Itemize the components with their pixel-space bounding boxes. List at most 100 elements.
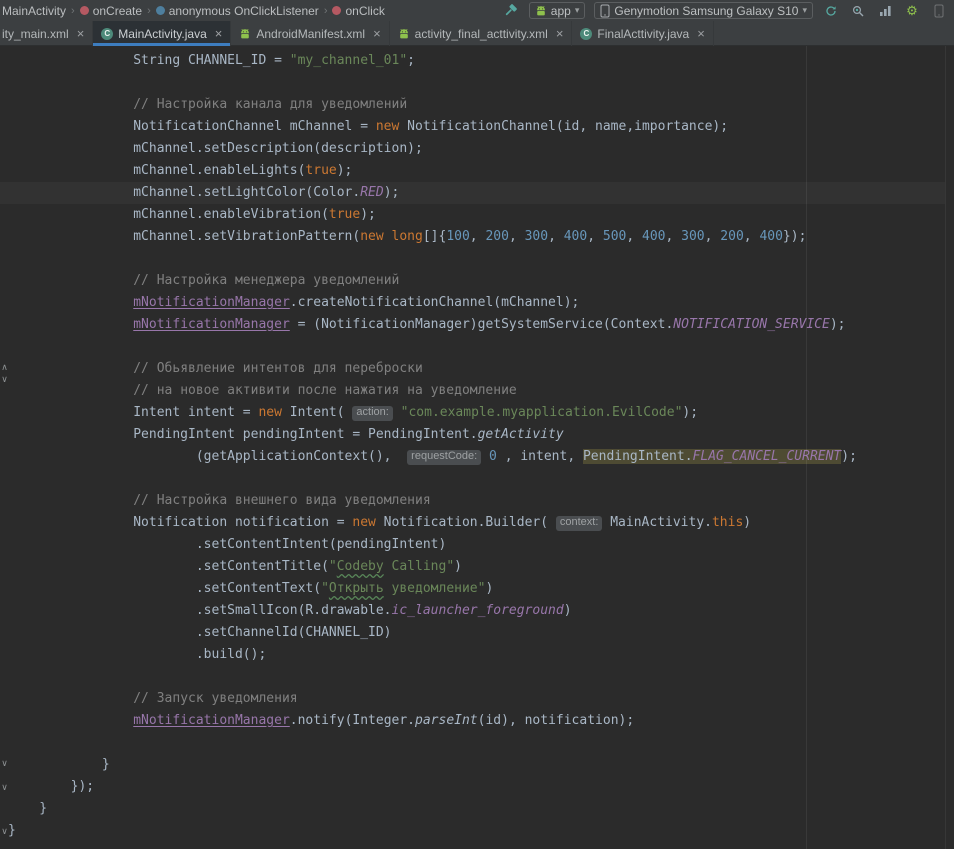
fold-toggle-icon[interactable]: ∧ bbox=[0, 362, 9, 372]
code-token: NotificationChannel(id, name,importance)… bbox=[399, 119, 728, 134]
run-configuration-label: app bbox=[551, 4, 571, 18]
run-toolbar: app ▾ Genymotion Samsung Galaxy S10 ▾ ⚙ bbox=[502, 2, 948, 20]
code-token: parseInt bbox=[415, 713, 478, 728]
code-line[interactable]: mNotificationManager = (NotificationMana… bbox=[0, 314, 954, 336]
breadcrumb-item-oncreate[interactable]: onCreate bbox=[80, 4, 142, 18]
close-tab-icon[interactable]: × bbox=[556, 27, 564, 40]
close-tab-icon[interactable]: × bbox=[697, 27, 705, 40]
code-line[interactable]: }); bbox=[0, 776, 954, 798]
code-token: 200 bbox=[720, 229, 743, 244]
code-line[interactable] bbox=[0, 732, 954, 754]
tab-mainactivity-java[interactable]: C MainActivity.java × bbox=[93, 21, 231, 46]
tab-activity-main-xml[interactable]: ity_main.xml × bbox=[0, 21, 93, 46]
code-line[interactable] bbox=[0, 336, 954, 358]
code-line[interactable]: .setContentIntent(pendingIntent) bbox=[0, 534, 954, 556]
device-manager-icon[interactable] bbox=[930, 2, 948, 20]
code-token: true bbox=[305, 163, 336, 178]
code-line[interactable]: Intent intent = new Intent( action: "com… bbox=[0, 402, 954, 424]
code-token bbox=[8, 691, 133, 706]
code-area[interactable]: String CHANNEL_ID = "my_channel_01"; // … bbox=[0, 46, 954, 842]
method-icon bbox=[80, 6, 89, 15]
code-line[interactable]: mNotificationManager.createNotificationC… bbox=[0, 292, 954, 314]
device-select-label: Genymotion Samsung Galaxy S10 bbox=[614, 4, 798, 18]
code-token: = (NotificationManager)getSystemService(… bbox=[290, 317, 674, 332]
code-line[interactable]: mChannel.setVibrationPattern(new long[]{… bbox=[0, 226, 954, 248]
code-line[interactable]: (getApplicationContext(), requestCode: 0… bbox=[0, 446, 954, 468]
code-token: 300 bbox=[525, 229, 548, 244]
device-select[interactable]: Genymotion Samsung Galaxy S10 ▾ bbox=[594, 2, 813, 19]
code-token: (id), notification); bbox=[478, 713, 635, 728]
breadcrumb: MainActivity › onCreate › anonymous OnCl… bbox=[2, 4, 385, 18]
code-line[interactable]: // Настройка внешнего вида уведомления bbox=[0, 490, 954, 512]
breadcrumb-label: onCreate bbox=[93, 4, 142, 18]
code-token: mChannel.setVibrationPattern( bbox=[8, 229, 360, 244]
run-configuration-select[interactable]: app ▾ bbox=[529, 2, 586, 19]
code-token: ) bbox=[743, 515, 751, 530]
code-line[interactable]: .setContentTitle("Codeby Calling") bbox=[0, 556, 954, 578]
code-line[interactable]: } bbox=[0, 754, 954, 776]
code-line[interactable]: // Настройка канала для уведомлений bbox=[0, 94, 954, 116]
code-line[interactable]: PendingIntent pendingIntent = PendingInt… bbox=[0, 424, 954, 446]
code-token: (getApplicationContext(), bbox=[8, 449, 407, 464]
code-line[interactable]: mChannel.enableLights(true); bbox=[0, 160, 954, 182]
code-token: 200 bbox=[485, 229, 508, 244]
tab-label: ity_main.xml bbox=[2, 27, 69, 41]
code-line[interactable]: } bbox=[0, 798, 954, 820]
fold-toggle-icon[interactable]: ∨ bbox=[0, 758, 9, 768]
attach-debugger-icon[interactable] bbox=[849, 2, 867, 20]
code-line[interactable]: mChannel.setLightColor(Color.RED); bbox=[0, 182, 954, 204]
tab-activity-final-acttivity-xml[interactable]: activity_final_acttivity.xml × bbox=[390, 21, 573, 46]
sync-icon[interactable] bbox=[822, 2, 840, 20]
build-hammer-icon[interactable] bbox=[502, 2, 520, 20]
breadcrumb-item-onclick[interactable]: onClick bbox=[332, 4, 384, 18]
code-line[interactable] bbox=[0, 72, 954, 94]
code-line[interactable]: // на новое активити после нажатия на ув… bbox=[0, 380, 954, 402]
code-token: getActivity bbox=[478, 427, 564, 442]
code-line[interactable]: .setChannelId(CHANNEL_ID) bbox=[0, 622, 954, 644]
code-line[interactable] bbox=[0, 468, 954, 490]
fold-toggle-icon[interactable]: ∨ bbox=[0, 782, 9, 792]
scrollbar-track[interactable] bbox=[945, 46, 954, 849]
close-tab-icon[interactable]: × bbox=[373, 27, 381, 40]
breadcrumb-label: onClick bbox=[345, 4, 384, 18]
code-token: mChannel.enableVibration( bbox=[8, 207, 329, 222]
code-line[interactable]: // Настройка менеджера уведомлений bbox=[0, 270, 954, 292]
code-line[interactable]: Notification notification = new Notifica… bbox=[0, 512, 954, 534]
sdk-manager-icon[interactable]: ⚙ bbox=[903, 2, 921, 20]
profiler-icon[interactable] bbox=[876, 2, 894, 20]
tab-androidmanifest-xml[interactable]: AndroidManifest.xml × bbox=[231, 21, 389, 46]
code-token: RED bbox=[360, 185, 383, 200]
code-line[interactable]: mChannel.setDescription(description); bbox=[0, 138, 954, 160]
code-line[interactable]: mChannel.enableVibration(true); bbox=[0, 204, 954, 226]
tab-finalacttivity-java[interactable]: C FinalActtivity.java × bbox=[572, 21, 713, 46]
code-token: ) bbox=[564, 603, 572, 618]
close-tab-icon[interactable]: × bbox=[215, 27, 223, 40]
code-line[interactable]: // Обьявление интентов для переброски bbox=[0, 358, 954, 380]
breadcrumb-separator: › bbox=[147, 5, 151, 17]
code-token: .createNotificationChannel(mChannel); bbox=[290, 295, 580, 310]
code-line[interactable]: } bbox=[0, 820, 954, 842]
code-line[interactable]: // Запуск уведомления bbox=[0, 688, 954, 710]
code-token: Codeby bbox=[337, 559, 384, 574]
fold-toggle-icon[interactable]: ∨ bbox=[0, 826, 9, 836]
code-line[interactable] bbox=[0, 248, 954, 270]
code-line[interactable]: String CHANNEL_ID = "my_channel_01"; bbox=[0, 50, 954, 72]
close-tab-icon[interactable]: × bbox=[77, 27, 85, 40]
code-line[interactable]: .build(); bbox=[0, 644, 954, 666]
code-token: context: bbox=[556, 516, 603, 531]
main-toolbar: MainActivity › onCreate › anonymous OnCl… bbox=[0, 0, 954, 21]
fold-toggle-icon[interactable]: ∨ bbox=[0, 374, 9, 384]
code-token bbox=[8, 493, 133, 508]
code-line[interactable] bbox=[0, 666, 954, 688]
code-token: .setContentTitle( bbox=[8, 559, 329, 574]
code-token bbox=[8, 295, 133, 310]
code-line[interactable]: .setSmallIcon(R.drawable.ic_launcher_for… bbox=[0, 600, 954, 622]
code-line[interactable]: .setContentText("Открыть уведомление") bbox=[0, 578, 954, 600]
breadcrumb-item-class[interactable]: MainActivity bbox=[2, 4, 66, 18]
code-token bbox=[8, 713, 133, 728]
breadcrumb-item-anonymous-class[interactable]: anonymous OnClickListener bbox=[156, 4, 319, 18]
code-token: // Настройка внешнего вида уведомления bbox=[133, 493, 430, 508]
code-line[interactable]: NotificationChannel mChannel = new Notif… bbox=[0, 116, 954, 138]
code-line[interactable]: mNotificationManager.notify(Integer.pars… bbox=[0, 710, 954, 732]
code-token: action: bbox=[352, 406, 392, 421]
